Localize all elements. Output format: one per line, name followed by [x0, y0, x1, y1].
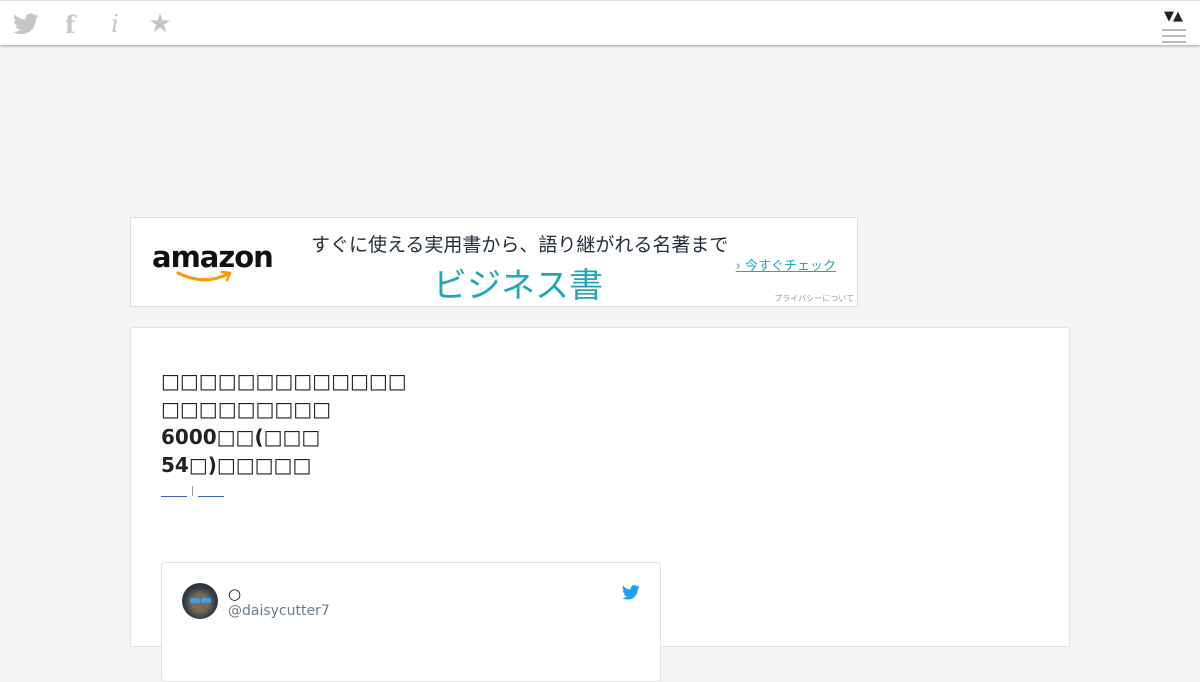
ad-cta-link[interactable]: › 今すぐチェック [736, 255, 836, 274]
twitter-icon[interactable] [12, 10, 40, 38]
star-icon[interactable]: ★ [146, 9, 174, 39]
article-title-line: □□□□□□□□□□□□□ [161, 369, 407, 393]
meta-separator [192, 486, 193, 496]
article-title-line: 6000□□(□□□ [161, 425, 321, 449]
ad-headline: ビジネス書 [433, 266, 603, 306]
article-card: □□□□□□□□□□□□□ □□□□□□□□□ 6000□□(□□□ 54□)□… [130, 327, 1070, 682]
article-meta-link[interactable] [161, 488, 187, 497]
ad-tagline: すぐに使える実用書から、語り継がれる名著まで [311, 234, 729, 256]
amazon-smile-icon [176, 270, 232, 282]
top-toolbar: f i ★ ▼▲ [0, 0, 1200, 45]
sort-toggle-icon[interactable]: ▼▲ [1164, 9, 1183, 24]
avatar[interactable] [182, 583, 218, 619]
embedded-tweet[interactable]: ○ @daisycutter7 [161, 562, 661, 682]
hamburger-menu-icon[interactable] [1162, 29, 1186, 47]
article-meta-link[interactable] [198, 488, 224, 497]
tweet-author-name[interactable]: ○ [228, 585, 241, 603]
amazon-ad-banner[interactable]: amazon すぐに使える実用書から、語り継がれる名著まで ビジネス書 › 今す… [130, 217, 858, 307]
twitter-bird-icon[interactable] [622, 585, 640, 600]
article-title-line: 54□)□□□□□ [161, 453, 312, 477]
tweet-author-handle[interactable]: @daisycutter7 [228, 603, 330, 619]
facebook-icon[interactable]: f [60, 10, 80, 39]
ad-privacy-link[interactable]: プライバシーについて [774, 293, 854, 304]
info-icon[interactable]: i [105, 10, 125, 38]
amazon-logo: amazon [152, 240, 274, 274]
article-title-line: □□□□□□□□□ [161, 397, 332, 421]
